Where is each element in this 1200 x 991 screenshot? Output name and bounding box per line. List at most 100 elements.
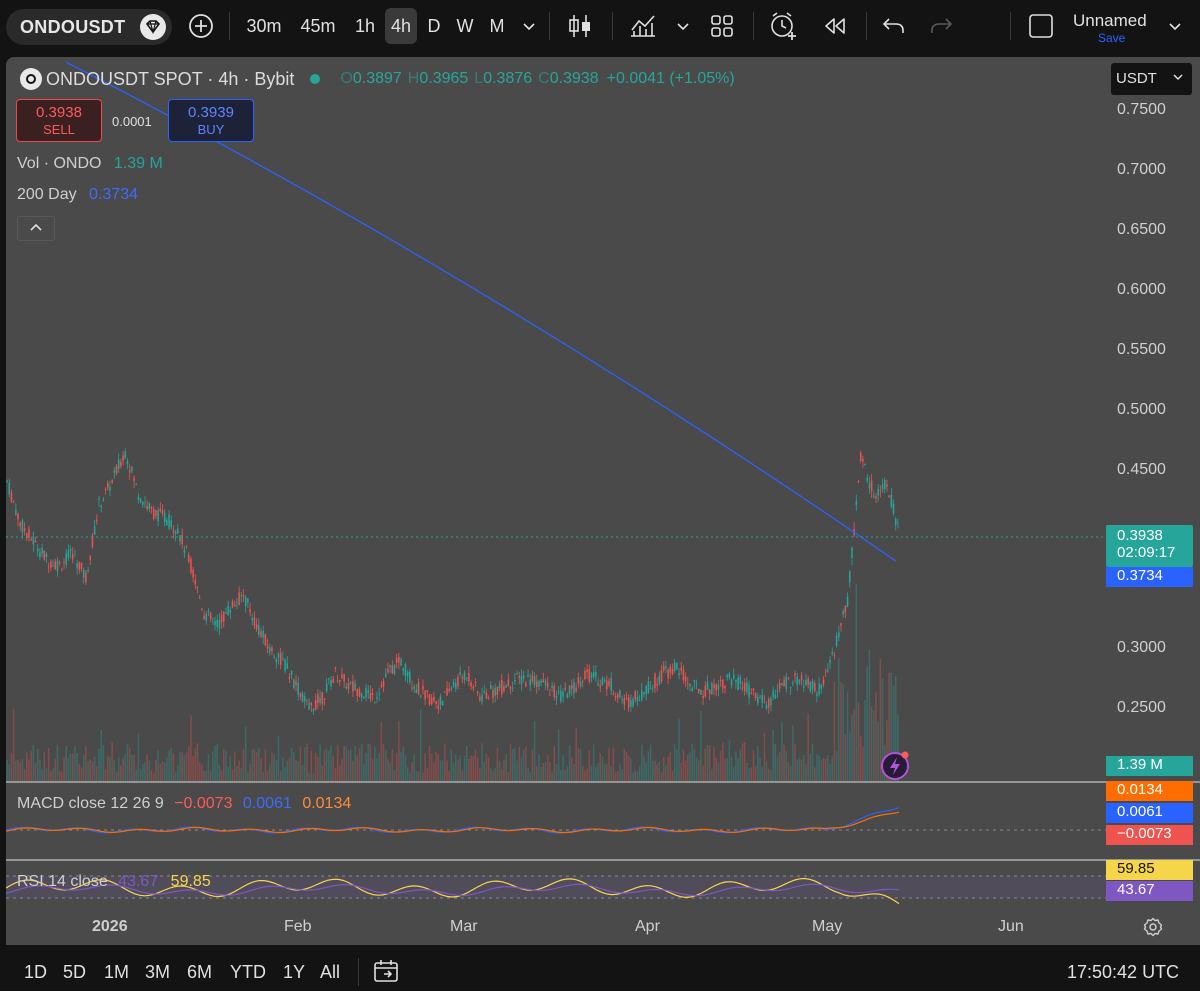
candle-body: [520, 675, 523, 685]
volume-bar: [468, 758, 470, 781]
redo-icon[interactable]: [925, 8, 957, 44]
indicators-icon[interactable]: [627, 8, 659, 44]
alert-clock-icon[interactable]: [767, 8, 799, 44]
volume-bar: [599, 753, 602, 781]
volume-bar: [78, 763, 81, 781]
candle-body: [63, 562, 65, 564]
add-symbol-icon[interactable]: [186, 8, 216, 44]
volume-bar: [522, 749, 525, 781]
volume-bar: [708, 745, 711, 781]
currency-select[interactable]: USDT: [1111, 63, 1192, 95]
candle-body: [647, 681, 650, 694]
volume-bar: [196, 743, 199, 781]
volume-bar: [255, 751, 258, 781]
volume-bar: [829, 763, 831, 781]
volume-bar: [109, 757, 111, 781]
interval-d[interactable]: D: [423, 8, 445, 44]
candle-body: [590, 673, 593, 678]
replay-rewind-icon[interactable]: [818, 8, 850, 44]
volume-bar: [251, 749, 253, 781]
range-1d[interactable]: 1D: [24, 962, 47, 983]
candle-body: [750, 692, 753, 695]
volume-bar: [87, 760, 89, 781]
volume-bar: [321, 765, 324, 781]
candle-body: [183, 549, 186, 553]
candle-body: [897, 521, 899, 523]
open-value: 0.3897: [352, 70, 402, 87]
volume-bar: [104, 769, 107, 781]
candle-body: [334, 667, 337, 669]
candle-body: [413, 686, 415, 689]
range-all[interactable]: All: [320, 962, 340, 983]
volume-bar: [363, 763, 365, 781]
interval-30m[interactable]: 30m: [242, 8, 286, 44]
candle-body: [323, 698, 326, 700]
volume-bar: [190, 715, 192, 781]
candle-body: [485, 692, 488, 699]
candle-body: [356, 689, 359, 697]
candle-body: [739, 676, 742, 684]
candle-body: [422, 686, 424, 690]
candles-chart-type-icon[interactable]: [565, 8, 595, 44]
indicators-chevron-icon[interactable]: [672, 8, 694, 44]
layout-grid-icon[interactable]: [707, 8, 737, 44]
volume-bar: [174, 772, 177, 781]
volume-bar: [69, 753, 72, 781]
candle-body: [772, 690, 774, 698]
sell-button[interactable]: 0.3938 SELL: [16, 99, 102, 142]
candle-body: [667, 669, 669, 679]
undo-icon[interactable]: [878, 8, 910, 44]
range-ytd[interactable]: YTD: [230, 962, 266, 983]
symbol-search-button[interactable]: ONDOUSDT: [6, 9, 172, 45]
diamond-icon[interactable]: [140, 14, 166, 40]
volume-bar: [253, 749, 256, 781]
ma-legend[interactable]: 200 Day 0.3734: [17, 186, 138, 204]
save-button[interactable]: Save: [1098, 31, 1125, 45]
settings-gear-icon[interactable]: [1143, 917, 1163, 942]
price-tick: 0.5500: [1117, 341, 1166, 358]
volume-legend[interactable]: Vol · ONDO 1.39 M: [17, 155, 163, 173]
volume-bar: [198, 762, 201, 781]
chart-area[interactable]: ONDOUSDT SPOT · 4h · Bybit O 0.3897 H 0.39…: [6, 57, 1200, 945]
layout-chevron-icon[interactable]: [1164, 8, 1186, 44]
candle-body: [452, 681, 455, 687]
layout-name[interactable]: Unnamed: [1073, 11, 1147, 31]
range-1m[interactable]: 1M: [104, 962, 129, 983]
volume-bar: [30, 750, 32, 781]
interval-4h[interactable]: 4h: [385, 8, 417, 44]
range-1y[interactable]: 1Y: [283, 962, 305, 983]
interval-dropdown-chevron-icon[interactable]: [518, 8, 540, 44]
interval-w[interactable]: W: [452, 8, 478, 44]
candle-body: [822, 679, 825, 685]
candle-body: [632, 698, 634, 707]
layout-checkbox-icon[interactable]: [1026, 8, 1056, 44]
price-tick: 0.2500: [1117, 699, 1166, 716]
collapse-legend-button[interactable]: [17, 216, 55, 241]
volume-bar: [855, 583, 858, 781]
go-to-date-icon[interactable]: [372, 958, 400, 989]
range-5d[interactable]: 5D: [63, 962, 86, 983]
volume-bar: [277, 736, 280, 781]
buy-button[interactable]: 0.3939 BUY: [168, 99, 254, 142]
utc-clock[interactable]: 17:50:42 UTC: [1067, 962, 1179, 983]
interval-m[interactable]: M: [485, 8, 509, 44]
candle-body: [367, 690, 370, 693]
macd-legend[interactable]: MACD close 12 26 9 −0.0073 0.0061 0.0134: [17, 795, 351, 813]
volume-bar: [652, 760, 654, 781]
candle-body: [533, 676, 536, 686]
range-3m[interactable]: 3M: [145, 962, 170, 983]
volume-bar: [161, 761, 164, 781]
volume-bar: [748, 768, 750, 781]
range-6m[interactable]: 6M: [187, 962, 212, 983]
interval-1h[interactable]: 1h: [350, 8, 380, 44]
candle-body: [538, 680, 540, 687]
top-toolbar: ONDOUSDT 30m 45m 1h 4h D W M Unnamed Sav…: [0, 0, 1200, 52]
volume-bar: [866, 666, 869, 781]
interval-45m[interactable]: 45m: [296, 8, 340, 44]
volume-bar: [297, 761, 299, 781]
candle-body: [297, 682, 299, 695]
candle-body: [328, 678, 330, 680]
rsi-legend[interactable]: RSI 14 close 43.67 59.85: [17, 873, 211, 891]
lightning-icon[interactable]: [881, 751, 909, 780]
volume-bar: [65, 745, 67, 781]
